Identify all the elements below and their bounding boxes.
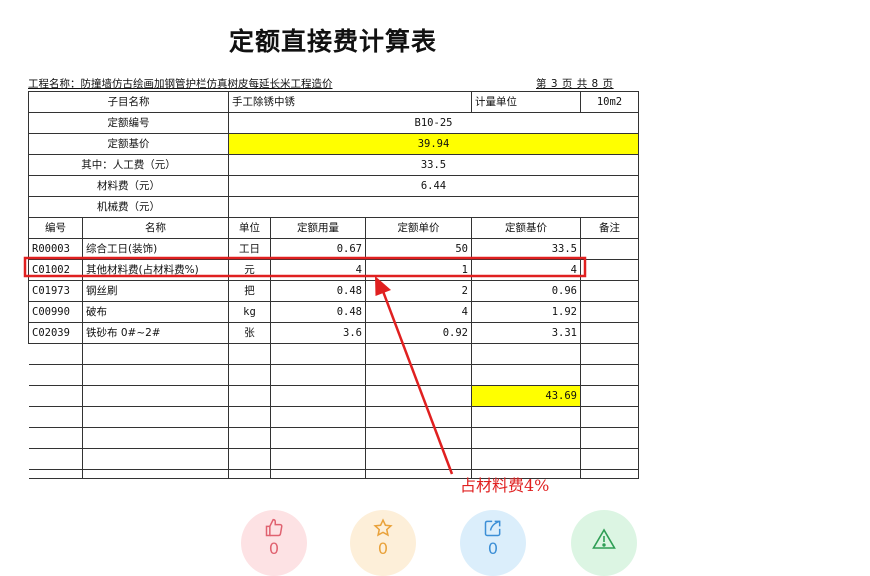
warning-icon (592, 528, 616, 549)
row-name: 钢丝刷 (82, 280, 229, 302)
empty-row (28, 343, 639, 365)
row-note (580, 238, 639, 260)
row-qty: 4 (270, 259, 366, 281)
machine-label: 机械费（元） (28, 196, 229, 218)
machine-value (228, 196, 639, 218)
share-icon (484, 520, 501, 537)
row-code: C01973 (28, 280, 83, 302)
empty-row (28, 427, 639, 449)
quota-table: 子目名称 手工除锈中锈 计量单位 10m2 定额编号 B10-25 定额基价 3… (28, 91, 639, 479)
document-title: 定额直接费计算表 (228, 27, 437, 56)
share-button[interactable]: 0 (460, 510, 526, 576)
row-code: R00003 (28, 238, 83, 260)
page-info: 第 3 页 共 8 页 (536, 78, 614, 90)
row-price: 0.92 (365, 322, 472, 344)
column-header-row: 编号 名称 单位 定额用量 定额单价 定额基价 备注 (28, 217, 639, 239)
labor-label: 其中：人工费（元） (28, 154, 229, 176)
col-header-base: 定额基价 (471, 217, 581, 239)
row-unit: 把 (228, 280, 271, 302)
code-label: 定额编号 (28, 112, 229, 134)
star-icon (373, 518, 393, 537)
project-name: 工程名称：防撞墙仿古绘画加钢管护栏仿真树皮每延长米工程造价 (28, 78, 333, 90)
table-row: R00003 综合工日(装饰) 工日 0.67 50 33.5 (28, 238, 639, 260)
row-base: 0.96 (471, 280, 581, 302)
col-header-code: 编号 (28, 217, 83, 239)
favorite-count: 0 (377, 539, 389, 558)
row-name: 破布 (82, 301, 229, 323)
item-name-label: 子目名称 (28, 91, 229, 113)
row-unit: 元 (228, 259, 271, 281)
material-value: 6.44 (228, 175, 639, 197)
table-row: C00990 破布 kg 0.48 4 1.92 (28, 301, 639, 323)
row-name: 综合工日(装饰) (82, 238, 229, 260)
row-base: 33.5 (471, 238, 581, 260)
col-header-note: 备注 (580, 217, 639, 239)
row-name: 其他材料费(占材料费%) (82, 259, 229, 281)
base-price-label: 定额基价 (28, 133, 229, 155)
row-price: 1 (365, 259, 472, 281)
row-qty: 3.6 (270, 322, 366, 344)
table-row: C01002 其他材料费(占材料费%) 元 4 1 4 (28, 259, 639, 281)
share-count: 0 (487, 539, 499, 558)
row-qty: 0.48 (270, 280, 366, 302)
row-note (580, 322, 639, 344)
row-code: C02039 (28, 322, 83, 344)
material-label: 材料费（元） (28, 175, 229, 197)
row-qty: 0.67 (270, 238, 366, 260)
annotation-text: 占材料费4% (460, 476, 550, 495)
row-price: 50 (365, 238, 472, 260)
row-name: 铁砂布 0#~2# (82, 322, 229, 344)
empty-row (28, 448, 639, 470)
col-header-unit: 单位 (228, 217, 271, 239)
row-code: C01002 (28, 259, 83, 281)
like-count: 0 (268, 539, 280, 558)
row-price: 2 (365, 280, 472, 302)
empty-row (28, 406, 639, 428)
row-code: C00990 (28, 301, 83, 323)
row-unit: kg (228, 301, 271, 323)
thumbs-up-icon (265, 518, 283, 537)
row-base: 3.31 (471, 322, 581, 344)
code-value: B10-25 (228, 112, 639, 134)
row-base: 4 (471, 259, 581, 281)
item-name-value: 手工除锈中锈 (228, 91, 472, 113)
total-row: 43.69 (28, 385, 639, 407)
unit-label: 计量单位 (471, 91, 581, 113)
table-row: C01973 钢丝刷 把 0.48 2 0.96 (28, 280, 639, 302)
col-header-name: 名称 (82, 217, 229, 239)
row-unit: 张 (228, 322, 271, 344)
row-note (580, 301, 639, 323)
total-value: 43.69 (471, 385, 581, 407)
row-price: 4 (365, 301, 472, 323)
col-header-price: 定额单价 (365, 217, 472, 239)
row-note (580, 280, 639, 302)
col-header-qty: 定额用量 (270, 217, 366, 239)
row-unit: 工日 (228, 238, 271, 260)
report-button[interactable] (571, 510, 637, 576)
empty-row (28, 364, 639, 386)
row-note (580, 259, 639, 281)
row-qty: 0.48 (270, 301, 366, 323)
unit-value: 10m2 (580, 91, 639, 113)
favorite-button[interactable]: 0 (350, 510, 416, 576)
table-row: C02039 铁砂布 0#~2# 张 3.6 0.92 3.31 (28, 322, 639, 344)
like-button[interactable]: 0 (241, 510, 307, 576)
row-base: 1.92 (471, 301, 581, 323)
labor-value: 33.5 (228, 154, 639, 176)
base-price-value: 39.94 (228, 133, 639, 155)
